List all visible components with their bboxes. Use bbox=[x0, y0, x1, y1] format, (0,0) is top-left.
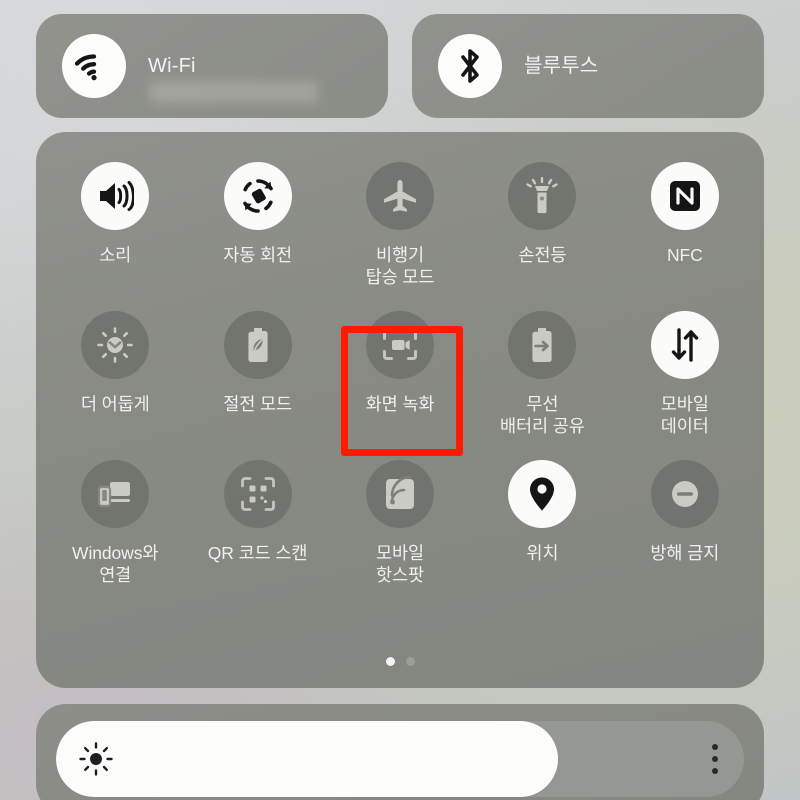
tile-label-flashlight: 손전등 bbox=[518, 245, 567, 265]
tile-nfc[interactable]: NFC bbox=[614, 158, 756, 289]
tile-label-mobile-data: 모바일 데이터 bbox=[660, 393, 709, 437]
location-pin-icon bbox=[508, 459, 577, 528]
tile-label-wireless-power-share: 무선 배터리 공유 bbox=[500, 393, 585, 437]
tile-extra-dim[interactable]: 더 어둡게 bbox=[44, 307, 186, 438]
link-windows-icon bbox=[81, 459, 150, 528]
quick-settings-grid: 소리 자동 회전 비행기 탑승 모드 손전등 NFC 더 어둡게 절전 모드 화… bbox=[44, 158, 756, 586]
page-indicator bbox=[36, 657, 764, 666]
tile-wireless-power-share[interactable]: 무선 배터리 공유 bbox=[471, 307, 613, 438]
battery-share-icon bbox=[508, 310, 577, 379]
tile-power-saving[interactable]: 절전 모드 bbox=[186, 307, 328, 438]
tile-mobile-hotspot[interactable]: 모바일 핫스팟 bbox=[329, 456, 471, 587]
tile-sound[interactable]: 소리 bbox=[44, 158, 186, 289]
extra-dim-icon bbox=[81, 310, 150, 379]
minus-circle-icon bbox=[650, 459, 719, 528]
tile-label-location: 위치 bbox=[526, 542, 559, 563]
tile-label-mobile-hotspot: 모바일 핫스팟 bbox=[375, 542, 424, 585]
brightness-slider-fill bbox=[56, 721, 559, 797]
volume-icon bbox=[81, 162, 150, 230]
connectivity-tiles-row: Wi-Fi 블루투스 bbox=[36, 14, 764, 118]
wifi-text-block: Wi-Fi bbox=[148, 55, 318, 103]
brightness-sun-icon bbox=[78, 741, 114, 777]
quick-settings-panel: 소리 자동 회전 비행기 탑승 모드 손전등 NFC 더 어둡게 절전 모드 화… bbox=[36, 132, 764, 688]
wifi-network-name-redacted bbox=[150, 81, 318, 103]
tile-screen-recorder[interactable]: 화면 녹화 bbox=[329, 307, 471, 438]
tile-label-sound: 소리 bbox=[99, 245, 132, 265]
tile-mobile-data[interactable]: 모바일 데이터 bbox=[614, 307, 756, 438]
tile-label-qr-scan: QR 코드 스캔 bbox=[207, 542, 308, 563]
hotspot-icon bbox=[365, 459, 434, 528]
tile-label-airplane-mode: 비행기 탑승 모드 bbox=[365, 245, 435, 288]
wifi-tile[interactable]: Wi-Fi bbox=[36, 14, 388, 118]
auto-rotate-icon bbox=[223, 162, 292, 230]
data-arrows-icon bbox=[650, 310, 719, 379]
tile-label-dnd: 방해 금지 bbox=[650, 542, 720, 563]
tile-label-screen-recorder: 화면 녹화 bbox=[365, 393, 435, 414]
airplane-icon bbox=[365, 162, 434, 230]
tile-label-power-saving: 절전 모드 bbox=[223, 393, 292, 414]
wifi-label: Wi-Fi bbox=[148, 55, 196, 77]
page-dot-2[interactable] bbox=[405, 657, 415, 666]
tile-label-nfc: NFC bbox=[666, 245, 703, 265]
flashlight-icon bbox=[508, 162, 577, 230]
qr-scan-icon bbox=[223, 459, 292, 528]
bluetooth-tile[interactable]: 블루투스 bbox=[412, 14, 764, 118]
bluetooth-label: 블루투스 bbox=[524, 55, 599, 77]
tile-label-link-to-windows: Windows와 연결 bbox=[72, 542, 159, 585]
tile-dnd[interactable]: 방해 금지 bbox=[614, 456, 756, 587]
wifi-icon bbox=[62, 34, 126, 98]
more-options-kebab-icon[interactable] bbox=[712, 744, 718, 774]
bluetooth-text-block: 블루투스 bbox=[524, 55, 598, 77]
tile-label-auto-rotate: 자동 회전 bbox=[223, 245, 292, 265]
screen-record-icon bbox=[365, 310, 434, 379]
brightness-slider[interactable] bbox=[56, 721, 744, 797]
bluetooth-icon bbox=[438, 34, 502, 98]
tile-airplane-mode[interactable]: 비행기 탑승 모드 bbox=[329, 158, 471, 289]
tile-flashlight[interactable]: 손전등 bbox=[471, 158, 613, 289]
tile-link-to-windows[interactable]: Windows와 연결 bbox=[44, 456, 186, 587]
nfc-icon bbox=[650, 162, 719, 230]
battery-leaf-icon bbox=[223, 310, 292, 379]
page-dot-1[interactable] bbox=[385, 657, 395, 666]
tile-label-extra-dim: 더 어둡게 bbox=[80, 393, 150, 414]
tile-qr-scan[interactable]: QR 코드 스캔 bbox=[186, 456, 328, 587]
tile-location[interactable]: 위치 bbox=[471, 456, 613, 587]
brightness-panel bbox=[36, 704, 764, 800]
tile-auto-rotate[interactable]: 자동 회전 bbox=[186, 158, 328, 289]
